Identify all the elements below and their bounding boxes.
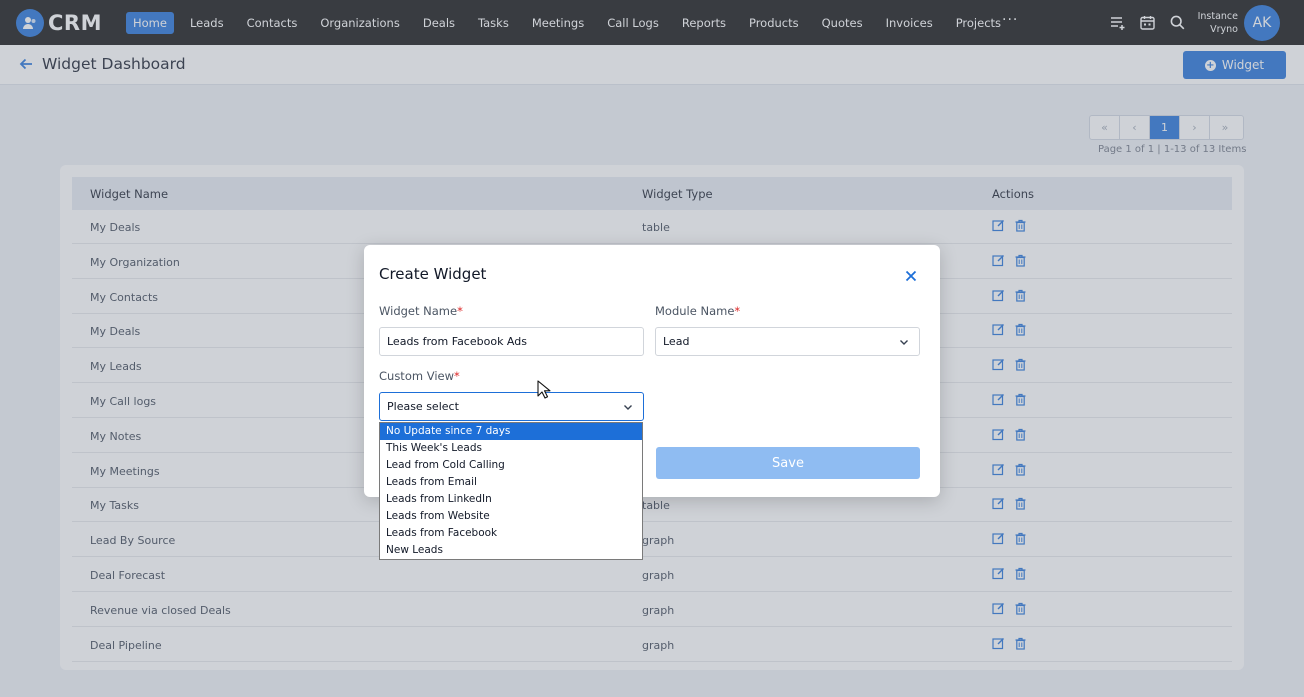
modal-title: Create Widget: [379, 265, 487, 283]
module-name-label: Module Name*: [655, 304, 741, 318]
widget-name-label: Widget Name*: [379, 304, 463, 318]
custom-view-option[interactable]: This Week's Leads: [380, 440, 642, 457]
custom-view-value: Please select: [387, 400, 459, 413]
custom-view-select[interactable]: Please select: [379, 392, 644, 421]
mouse-cursor-icon: [537, 380, 551, 404]
custom-view-option[interactable]: New Leads: [380, 542, 642, 559]
custom-view-option[interactable]: Leads from LinkedIn: [380, 491, 642, 508]
save-button[interactable]: Save: [656, 447, 920, 479]
widget-name-input[interactable]: Leads from Facebook Ads: [379, 327, 644, 356]
custom-view-label: Custom View*: [379, 369, 460, 383]
custom-view-option[interactable]: Leads from Facebook: [380, 525, 642, 542]
custom-view-options: No Update since 7 days This Week's Leads L…: [379, 422, 643, 560]
chevron-down-icon: [899, 337, 909, 350]
module-name-select[interactable]: Lead: [655, 327, 920, 356]
chevron-down-icon: [623, 402, 633, 415]
module-name-value: Lead: [663, 335, 690, 348]
custom-view-option[interactable]: No Update since 7 days: [380, 423, 642, 440]
custom-view-option[interactable]: Leads from Email: [380, 474, 642, 491]
custom-view-option[interactable]: Leads from Website: [380, 508, 642, 525]
close-icon[interactable]: [905, 267, 917, 282]
custom-view-option[interactable]: Lead from Cold Calling: [380, 457, 642, 474]
widget-name-value: Leads from Facebook Ads: [387, 335, 527, 348]
